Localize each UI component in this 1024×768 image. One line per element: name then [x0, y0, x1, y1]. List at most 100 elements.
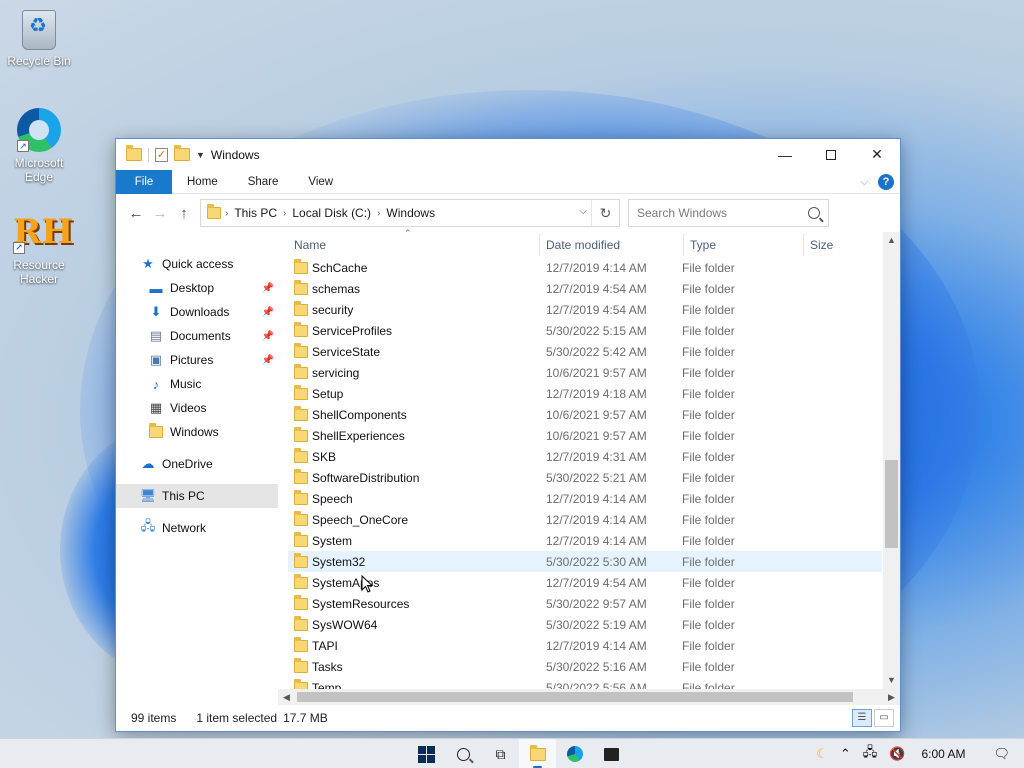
properties-quick-icon[interactable]: ✓ [155, 147, 168, 162]
new-folder-quick-icon[interactable] [174, 145, 190, 161]
table-row[interactable]: TAPI 12/7/2019 4:14 AM File folder [288, 635, 882, 656]
table-row[interactable]: Speech_OneCore 12/7/2019 4:14 AM File fold… [288, 509, 882, 530]
videos-icon: ▦ [149, 400, 163, 415]
up-button[interactable]: ↑ [172, 201, 196, 225]
table-row[interactable]: Tasks 5/30/2022 5:16 AM File folder [288, 656, 882, 677]
refresh-button[interactable]: ↻ [591, 200, 619, 226]
table-row[interactable]: System32 5/30/2022 5:30 AM File folder [288, 551, 882, 572]
back-button[interactable]: ← [124, 201, 148, 225]
details-view-button[interactable]: ☰ [852, 709, 872, 727]
file-explorer-taskbar-button[interactable] [519, 739, 556, 768]
quick-access-toolbar-dropdown[interactable]: ▼ [196, 150, 205, 160]
table-row[interactable]: Setup 12/7/2019 4:18 AM File folder [288, 383, 882, 404]
file-name: System32 [312, 554, 366, 569]
scroll-up-icon[interactable]: ▲ [883, 232, 900, 249]
scroll-right-icon[interactable]: ▶ [883, 692, 900, 703]
desktop-icon-edge[interactable]: ↗ Microsoft Edge [1, 108, 77, 184]
address-bar[interactable]: › This PC › Local Disk (C:) › Windows ⌵ … [200, 199, 620, 227]
store-taskbar-button[interactable] [593, 739, 630, 768]
scroll-left-icon[interactable]: ◀ [278, 692, 295, 703]
scroll-down-icon[interactable]: ▼ [883, 672, 900, 689]
nav-item-windows[interactable]: Windows [116, 420, 278, 444]
clock[interactable]: 6:00 AM [921, 747, 965, 761]
folder-icon [148, 423, 164, 440]
nav-quick-access[interactable]: ★ Quick access [116, 252, 278, 276]
maximize-button[interactable] [808, 139, 854, 170]
tab-view[interactable]: View [293, 170, 348, 194]
desktop-icon-recycle-bin[interactable]: Recycle Bin [1, 10, 77, 68]
tab-home[interactable]: Home [172, 170, 233, 194]
type-cell: File folder [682, 596, 735, 611]
table-row[interactable]: SysWOW64 5/30/2022 5:19 AM File folder [288, 614, 882, 635]
tab-share[interactable]: Share [233, 170, 294, 194]
documents-icon: ▤ [149, 328, 163, 343]
breadcrumb-this-pc[interactable]: This PC [234, 206, 277, 220]
help-icon[interactable]: ? [878, 174, 894, 190]
search-button[interactable] [445, 739, 482, 768]
nav-item-desktop[interactable]: ▬ Desktop 📌 [116, 276, 278, 300]
scroll-thumb[interactable] [885, 460, 898, 548]
table-row[interactable]: ShellExperiences 10/6/2021 9:57 AM File fo… [288, 425, 882, 446]
forward-button[interactable]: → [148, 201, 172, 225]
vertical-scrollbar[interactable]: ▲ ▼ [883, 232, 900, 689]
nav-item-videos[interactable]: ▦ Videos [116, 396, 278, 420]
nav-item-pictures[interactable]: ▣ Pictures 📌 [116, 348, 278, 372]
large-icons-view-button[interactable]: ▭ [874, 709, 894, 727]
scroll-thumb[interactable] [297, 692, 853, 702]
expand-ribbon-icon[interactable]: ⌵ [860, 177, 868, 188]
nav-this-pc[interactable]: 🖥 This PC [116, 484, 278, 508]
folder-icon [294, 678, 308, 689]
file-name-cell: System [288, 531, 538, 548]
minimize-button[interactable]: — [762, 139, 808, 170]
nav-item-documents[interactable]: ▤ Documents 📌 [116, 324, 278, 348]
column-type[interactable]: Type [684, 234, 804, 256]
table-row[interactable]: SoftwareDistribution 5/30/2022 5:21 AM Fil… [288, 467, 882, 488]
search-box[interactable] [628, 199, 829, 227]
edge-taskbar-button[interactable] [556, 739, 593, 768]
network-tray-icon[interactable]: 🖧 [863, 743, 878, 765]
type-cell: File folder [682, 680, 735, 690]
volume-muted-icon[interactable]: 🔇 [889, 746, 905, 762]
horizontal-scrollbar[interactable]: ◀ ▶ [278, 689, 900, 705]
column-date-modified[interactable]: Date modified [540, 234, 684, 256]
table-row[interactable]: SKB 12/7/2019 4:31 AM File folder [288, 446, 882, 467]
table-row[interactable]: System 12/7/2019 4:14 AM File folder [288, 530, 882, 551]
file-name: SysWOW64 [312, 617, 378, 632]
desktop-icon-resource-hacker[interactable]: RH ↗ Resource Hacker [1, 210, 77, 286]
nav-network[interactable]: 🖧 Network [116, 516, 278, 540]
nav-item-music[interactable]: ♪ Music [116, 372, 278, 396]
chevron-up-icon[interactable]: ⌃ [840, 746, 851, 762]
table-row[interactable]: ServiceProfiles 5/30/2022 5:15 AM File fol… [288, 320, 882, 341]
table-row[interactable]: SystemApps 12/7/2019 4:54 AM File folder [288, 572, 882, 593]
weather-moon-icon[interactable]: ☾ [816, 746, 828, 762]
column-size[interactable]: Size [804, 234, 874, 256]
table-row[interactable]: Speech 12/7/2019 4:14 AM File folder [288, 488, 882, 509]
breadcrumb-local-disk[interactable]: Local Disk (C:) [292, 206, 371, 220]
table-row[interactable]: schemas 12/7/2019 4:54 AM File folder [288, 278, 882, 299]
folder-icon [294, 552, 308, 568]
file-name-cell: System32 [288, 552, 538, 569]
breadcrumb-windows[interactable]: Windows [386, 206, 435, 220]
folder-icon [294, 615, 308, 631]
navigation-bar: ← → ↑ › This PC › Local Disk (C:) › Wind… [116, 194, 900, 232]
nav-item-downloads[interactable]: ⬇ Downloads 📌 [116, 300, 278, 324]
close-button[interactable]: ✕ [854, 139, 900, 170]
nav-onedrive[interactable]: ☁ OneDrive [116, 452, 278, 476]
start-button[interactable] [408, 739, 445, 768]
tab-file[interactable]: File [116, 169, 172, 194]
search-input[interactable] [637, 206, 808, 220]
table-row[interactable]: ServiceState 5/30/2022 5:42 AM File folder [288, 341, 882, 362]
table-row[interactable]: Temp 5/30/2022 5:56 AM File folder [288, 677, 882, 689]
file-name-cell: schemas [288, 279, 538, 296]
task-view-button[interactable]: ⧉ [482, 739, 519, 768]
notifications-icon[interactable]: 🗨 [993, 746, 1010, 762]
address-history-dropdown[interactable]: ⌵ [579, 206, 587, 217]
table-row[interactable]: SchCache 12/7/2019 4:14 AM File folder [288, 257, 882, 278]
table-row[interactable]: security 12/7/2019 4:54 AM File folder [288, 299, 882, 320]
title-bar[interactable]: ✓ ▼ Windows — ✕ [116, 139, 900, 170]
table-row[interactable]: ShellComponents 10/6/2021 9:57 AM File fol… [288, 404, 882, 425]
table-row[interactable]: SystemResources 5/30/2022 9:57 AM File fol… [288, 593, 882, 614]
address-folder-icon [207, 204, 221, 219]
type-cell: File folder [682, 365, 735, 380]
table-row[interactable]: servicing 10/6/2021 9:57 AM File folder [288, 362, 882, 383]
